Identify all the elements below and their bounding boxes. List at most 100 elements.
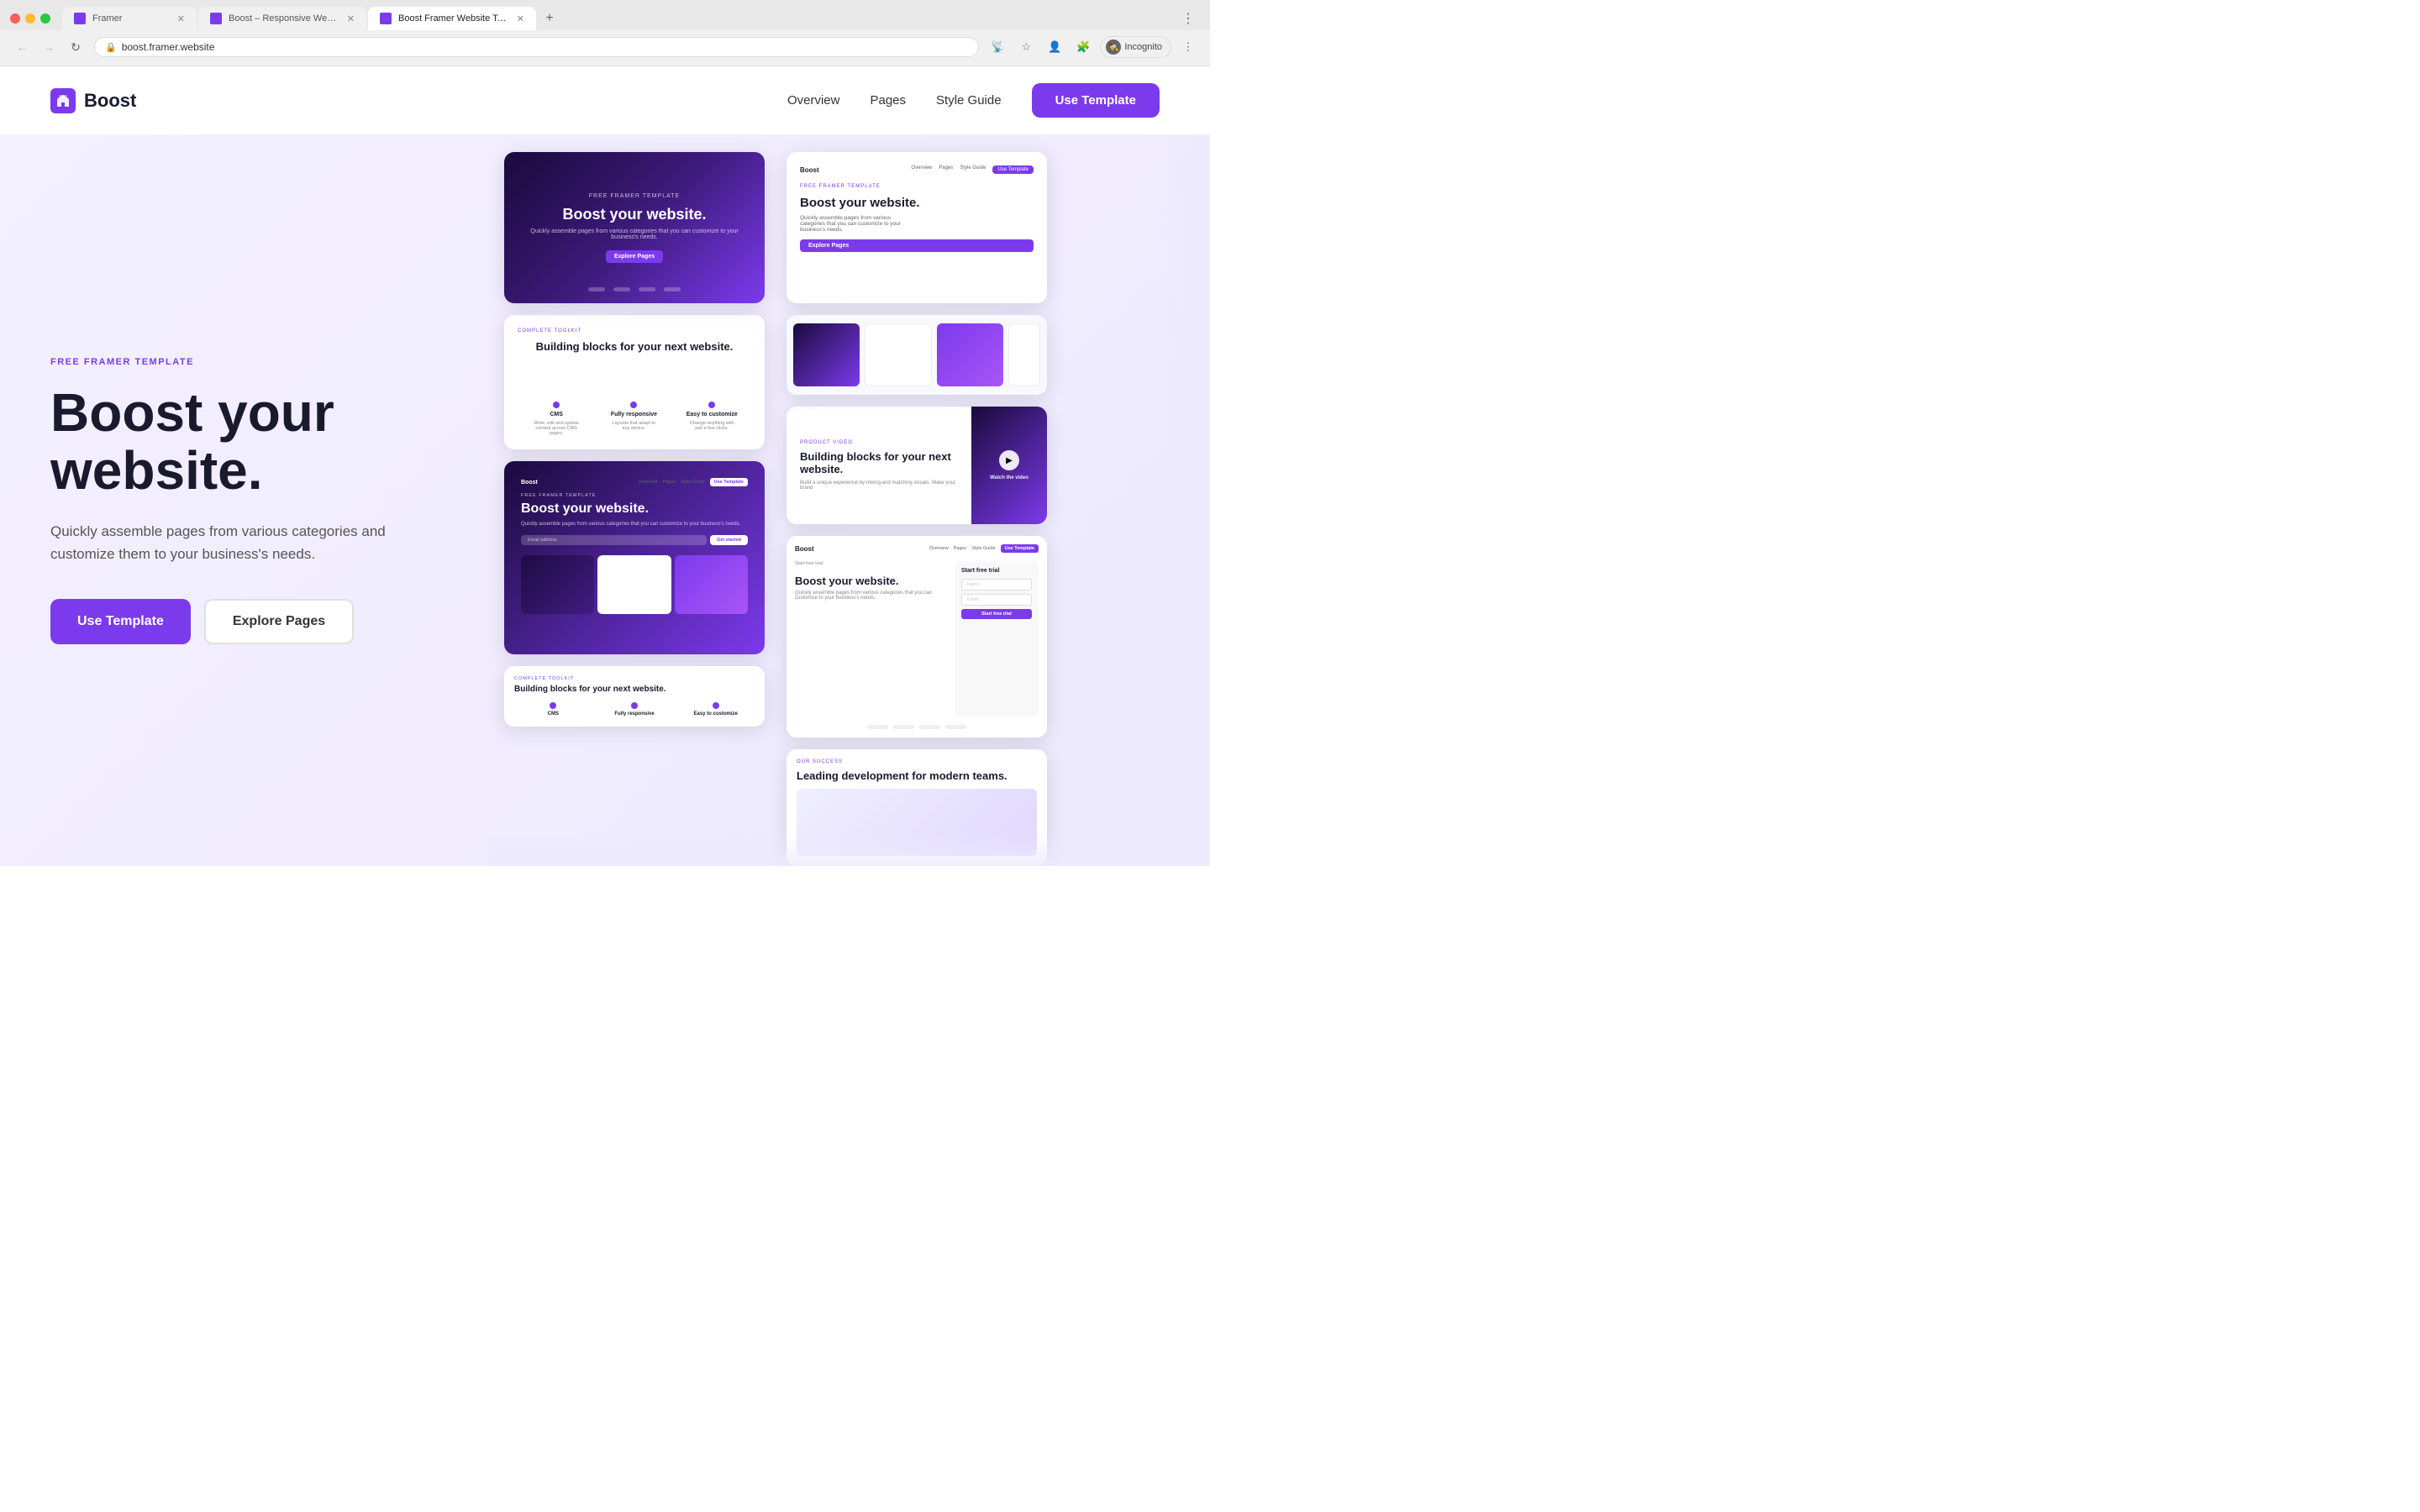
mockup-partial-1: [1008, 323, 1040, 386]
hero-explore-pages-button[interactable]: Explore Pages: [204, 599, 354, 644]
hero-title: Boost your website.: [50, 384, 437, 500]
tab-close-boost-framer[interactable]: ✕: [517, 13, 524, 24]
nav-dot-1: [588, 287, 605, 291]
feat-dot-3: [713, 702, 719, 709]
browser-menu-button[interactable]: ⋮: [1176, 7, 1200, 30]
sc-success-image: [797, 789, 1037, 856]
sc-video-badge: PRODUCT VIDEO: [800, 440, 958, 445]
nav-dot-3: [639, 287, 655, 291]
feature-desc-responsive: Layouts that adapt to any device.: [608, 421, 659, 431]
hero-screenshots: FREE FRAMER TEMPLATE Boost your website.…: [487, 135, 1210, 866]
mockup-mini-2: [597, 555, 672, 614]
back-button[interactable]: ←: [10, 35, 34, 59]
screenshot-framer-signup: Boost Overview Pages Style Guide Use Tem…: [786, 536, 1047, 738]
screenshot-toolkit: COMPLETE TOOLKIT Building blocks for you…: [504, 315, 765, 449]
sc-toolkit-bottom-features: CMS Fully responsive Easy to customize: [514, 702, 755, 717]
extensions-icon[interactable]: 🧩: [1071, 35, 1095, 59]
fade-overlay-right: [1160, 135, 1210, 866]
nav-pages[interactable]: Pages: [870, 93, 906, 108]
url-text: boost.framer.website: [122, 41, 969, 53]
sc-light-pages: Pages: [939, 165, 953, 174]
bookmark-icon[interactable]: ☆: [1014, 35, 1038, 59]
sc-signup-nav-bottom: [795, 725, 1039, 729]
ssl-lock-icon: 🔒: [105, 42, 117, 53]
sc-bottom-link-pages: Pages: [663, 480, 676, 485]
mockup-white-1: [865, 323, 932, 386]
sc-bottom-link-overview: Overview: [639, 480, 658, 485]
feat-label-2: Fully responsive: [614, 711, 654, 717]
sc-toolkit-feature-customize: Easy to customize Change anything with j…: [687, 402, 738, 436]
screenshot-light-hero: Boost Overview Pages Style Guide Use Tem…: [786, 152, 1047, 303]
sc-signup-pages: Pages: [954, 546, 967, 551]
incognito-badge[interactable]: 🕵 Incognito: [1100, 36, 1171, 58]
cast-icon[interactable]: 📡: [986, 35, 1009, 59]
screenshot-dark-hero: FREE FRAMER TEMPLATE Boost your website.…: [504, 152, 765, 303]
sc-success-badge: OUR SUCCESS: [797, 759, 1037, 764]
browser-actions: 📡 ☆ 👤 🧩 🕵 Incognito ⋮: [986, 35, 1200, 59]
sc-light-use-template-btn: Use Template: [992, 165, 1034, 174]
feature-desc-cms: Write, edit and update content across CM…: [531, 421, 581, 436]
tab-framer[interactable]: Framer ✕: [62, 7, 197, 30]
sc-light-mini-nav: Boost Overview Pages Style Guide Use Tem…: [800, 165, 1034, 174]
sc-light-style: Style Guide: [960, 165, 986, 174]
hero-use-template-button[interactable]: Use Template: [50, 599, 191, 644]
sc-bottom-mockup-row: [521, 555, 748, 614]
tab-boost-framer[interactable]: Boost Framer Website Templat... ✕: [368, 7, 536, 30]
feature-label-customize: Easy to customize: [687, 412, 738, 417]
sc-video-play-btn: ▶: [999, 450, 1019, 470]
sc-light-explore-btn: Explore Pages: [800, 239, 1034, 252]
screenshot-mockup-grid: [786, 315, 1047, 395]
feat-dot-1: [550, 702, 556, 709]
hero-buttons: Use Template Explore Pages: [50, 599, 437, 644]
tab-close-boost-responsive[interactable]: ✕: [347, 13, 355, 24]
sc-signup-left: Start free trial Boost your website. Qui…: [795, 561, 946, 717]
tab-boost-responsive[interactable]: Boost – Responsive Website T... ✕: [198, 7, 366, 30]
more-options-icon[interactable]: ⋮: [1176, 35, 1200, 59]
nav-style-guide[interactable]: Style Guide: [936, 93, 1002, 108]
incognito-label: Incognito: [1124, 42, 1162, 52]
screenshots-col-1: FREE FRAMER TEMPLATE Boost your website.…: [504, 152, 773, 866]
browser-addressbar: ← → ↻ 🔒 boost.framer.website 📡 ☆ 👤 🧩 🕵 I…: [0, 30, 1210, 66]
sc-bottom-title: Boost your website.: [521, 501, 748, 517]
new-tab-button[interactable]: +: [538, 7, 561, 30]
sc-signup-overview: Overview: [929, 546, 949, 551]
sc-toolkit-feat-1: CMS: [514, 702, 592, 717]
tab-favicon-framer: [74, 13, 86, 24]
tab-favicon-boost-framer: [380, 13, 392, 24]
sc-light-title: Boost your website.: [800, 196, 1034, 210]
sc-signup-form-section: Start free trial Boost your website. Qui…: [795, 561, 1039, 717]
reload-button[interactable]: ↻: [64, 35, 87, 59]
sc-dark-subtitle: Quickly assemble pages from various cate…: [521, 228, 748, 240]
sc-toolkit-bottom-title: Building blocks for your next website.: [514, 685, 755, 694]
nav-dot-2: [613, 287, 630, 291]
sc-bottom-email-input: Email address: [521, 535, 707, 545]
sc-toolkit-feature-cms: CMS Write, edit and update content acros…: [531, 402, 581, 436]
hero-badge: FREE FRAMER TEMPLATE: [50, 357, 437, 367]
feature-dot-responsive: [630, 402, 637, 408]
logo-text: Boost: [84, 90, 136, 112]
screenshot-boost-page-bottom: Boost Overview Pages Style Guide Use Tem…: [504, 461, 765, 654]
hero-description: Quickly assemble pages from various cate…: [50, 520, 403, 565]
close-button[interactable]: [10, 13, 20, 24]
maximize-button[interactable]: [40, 13, 50, 24]
feat-label-3: Easy to customize: [694, 711, 738, 717]
tab-title-boost-responsive: Boost – Responsive Website T...: [229, 13, 340, 24]
browser-tabs: Framer ✕ Boost – Responsive Website T...…: [62, 7, 1170, 30]
sc-signup-nav-dot-1: [867, 725, 888, 729]
browser-profile-icon[interactable]: 👤: [1043, 35, 1066, 59]
nav-links: Overview Pages Style Guide Use Template: [787, 83, 1160, 118]
address-bar[interactable]: 🔒 boost.framer.website: [94, 37, 979, 57]
sc-toolkit-feat-3: Easy to customize: [676, 702, 755, 717]
forward-button[interactable]: →: [37, 35, 60, 59]
logo[interactable]: Boost: [50, 88, 136, 113]
sc-bottom-get-started-btn: Get started: [710, 535, 748, 545]
browser-chrome: Framer ✕ Boost – Responsive Website T...…: [0, 0, 1210, 66]
screenshots-col-2: Boost Overview Pages Style Guide Use Tem…: [786, 152, 1055, 866]
main-layout: FREE FRAMER TEMPLATE Boost your website.…: [0, 135, 1210, 866]
sc-bottom-nav-links: Overview Pages Style Guide Use Template: [639, 478, 748, 486]
nav-use-template-button[interactable]: Use Template: [1032, 83, 1160, 118]
tab-close-framer[interactable]: ✕: [177, 13, 185, 24]
nav-overview[interactable]: Overview: [787, 93, 840, 108]
minimize-button[interactable]: [25, 13, 35, 24]
sc-bottom-nav: Boost Overview Pages Style Guide Use Tem…: [521, 478, 748, 486]
